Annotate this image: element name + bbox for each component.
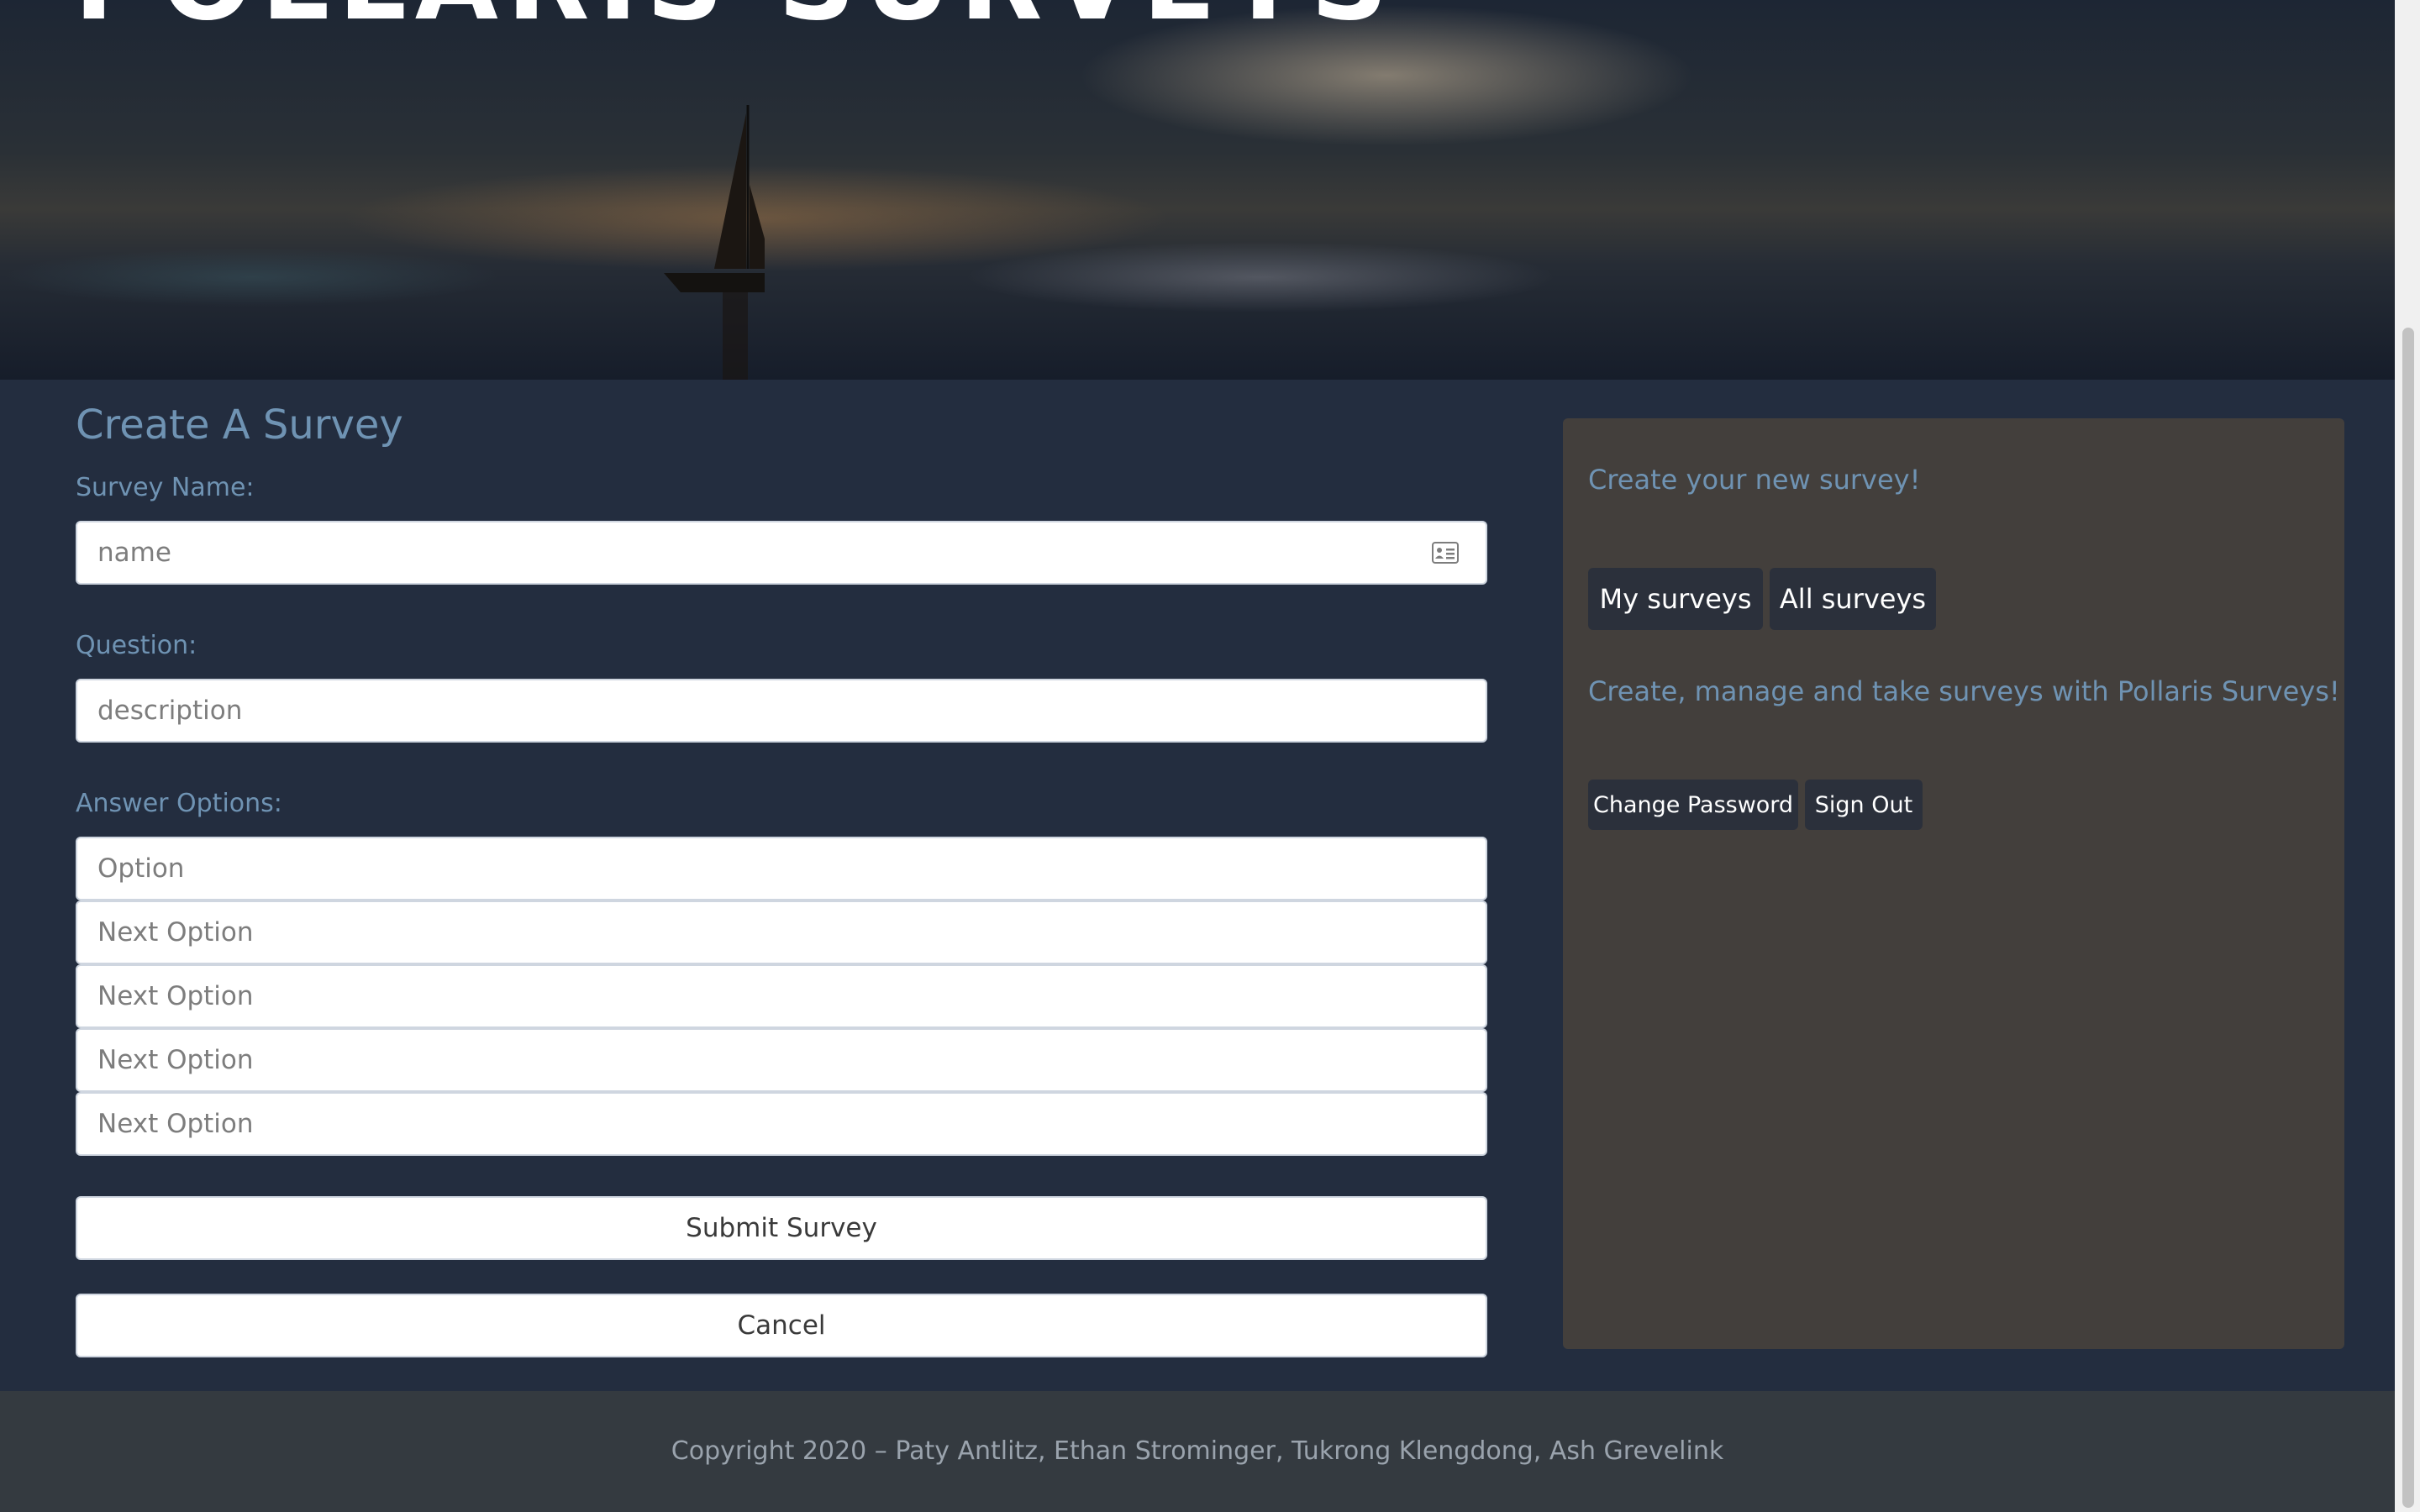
info-panel: Create your new survey! My surveys All s…	[1563, 418, 2344, 1349]
contact-card-icon	[1432, 542, 1459, 564]
option-input-2[interactable]	[76, 900, 1487, 964]
option-input-4[interactable]	[76, 1028, 1487, 1092]
question-input[interactable]	[76, 679, 1487, 743]
all-surveys-button[interactable]: All surveys	[1770, 568, 1936, 630]
footer: Copyright 2020 – Paty Antlitz, Ethan Str…	[0, 1391, 2395, 1512]
panel-tagline: Create, manage and take surveys with Pol…	[1588, 675, 2340, 707]
cancel-button[interactable]: Cancel	[76, 1294, 1487, 1357]
survey-name-input[interactable]	[76, 521, 1487, 585]
option-input-3[interactable]	[76, 964, 1487, 1028]
site-title: POLLARIS SURVEYS	[74, 0, 1397, 45]
submit-survey-button[interactable]: Submit Survey	[76, 1196, 1487, 1260]
scrollbar-thumb[interactable]	[2402, 328, 2414, 1508]
sign-out-button[interactable]: Sign Out	[1805, 780, 1923, 830]
copyright-text: Copyright 2020 – Paty Antlitz, Ethan Str…	[671, 1436, 1724, 1466]
survey-name-label: Survey Name:	[76, 473, 255, 502]
option-input-5[interactable]	[76, 1092, 1487, 1156]
option-input-1[interactable]	[76, 837, 1487, 900]
sailboat-image	[664, 105, 765, 380]
change-password-button[interactable]: Change Password	[1588, 780, 1798, 830]
my-surveys-button[interactable]: My surveys	[1588, 568, 1763, 630]
question-label: Question:	[76, 631, 197, 660]
panel-heading: Create your new survey!	[1588, 464, 1921, 496]
answer-options-label: Answer Options:	[76, 789, 282, 818]
hero-banner: POLLARIS SURVEYS	[0, 0, 2395, 380]
page-title: Create A Survey	[76, 402, 403, 449]
